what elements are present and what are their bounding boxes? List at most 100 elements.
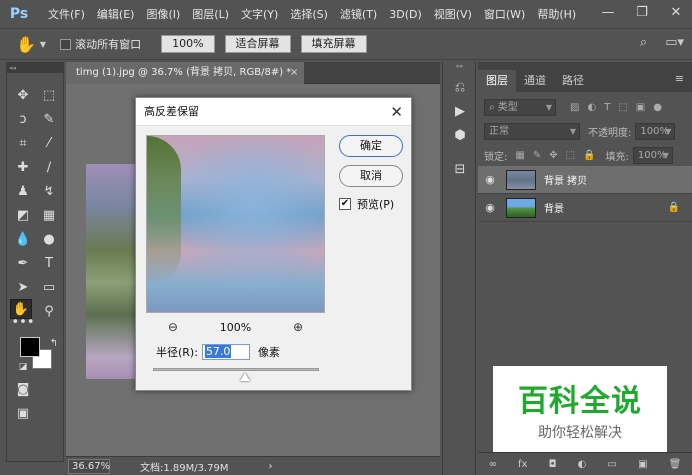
rectangle-tool-icon[interactable]: ▭	[38, 277, 60, 297]
zoom-100-button[interactable]: 100%	[161, 35, 215, 53]
new-layer-icon[interactable]: ▣	[638, 459, 647, 470]
tab-paths[interactable]: 路径	[554, 70, 592, 92]
blur-tool-icon[interactable]: 💧	[12, 229, 34, 249]
panel-collapse-icon[interactable]: ▸▸	[451, 62, 469, 80]
lock-all-icon[interactable]: 🔒	[583, 150, 595, 161]
dodge-tool-icon[interactable]: ●	[38, 229, 60, 249]
status-menu-icon[interactable]: ›	[269, 461, 273, 472]
healing-brush-icon[interactable]: ✚	[12, 157, 34, 177]
ok-button[interactable]: 确定	[339, 135, 403, 157]
menu-3d[interactable]: 3D(D)	[383, 8, 428, 21]
eraser-icon[interactable]: ◩	[12, 205, 34, 225]
menu-file[interactable]: 文件(F)	[42, 6, 91, 22]
path-select-icon[interactable]: ➤	[12, 277, 34, 297]
link-layers-icon[interactable]: ∞	[489, 459, 497, 470]
move-tool-icon[interactable]: ✥	[12, 85, 34, 105]
layer-row[interactable]: ◉ 背景 拷贝	[478, 166, 692, 194]
opacity-field[interactable]: 100% ▼	[635, 122, 676, 140]
kind-filter-select[interactable]: ⌕ 类型 ▼	[484, 98, 556, 116]
more-tools-icon[interactable]: •••	[12, 315, 35, 330]
panel-collapse-icon[interactable]: ◂◂	[7, 63, 63, 73]
blend-mode-select[interactable]: 正常 ▼	[484, 122, 580, 140]
close-icon[interactable]: ✕	[390, 98, 403, 126]
image-filter-icon[interactable]: ▨	[570, 102, 579, 113]
search-icon[interactable]: ⌕	[640, 35, 647, 50]
lock-transparent-icon[interactable]: ▦	[515, 150, 524, 161]
menu-window[interactable]: 窗口(W)	[478, 6, 531, 22]
swap-colors-icon[interactable]: ↰	[43, 333, 65, 353]
lasso-tool-icon[interactable]: ↄ	[12, 109, 34, 129]
radius-label: 半径(R):	[156, 346, 198, 359]
crop-tool-icon[interactable]: ⌗	[12, 133, 34, 153]
eyedropper-icon[interactable]: ⁄	[38, 133, 60, 153]
menu-edit[interactable]: 编辑(E)	[91, 6, 141, 22]
hand-tool-icon[interactable]: ✋	[16, 35, 36, 54]
smart-object-filter-icon[interactable]: ▣	[636, 102, 645, 113]
menu-view[interactable]: 视图(V)	[428, 6, 478, 22]
fit-screen-button[interactable]: 适合屏幕	[224, 35, 291, 53]
document-tab[interactable]: timg (1).jpg @ 36.7% (背景 拷贝, RGB/8#) *	[66, 62, 304, 84]
default-colors-icon[interactable]: ◪	[12, 357, 34, 377]
menu-image[interactable]: 图像(I)	[140, 6, 186, 22]
menu-help[interactable]: 帮助(H)	[531, 6, 582, 22]
adjustment-filter-icon[interactable]: ◐	[587, 102, 596, 113]
preview-checkbox[interactable]: ✔	[339, 198, 351, 210]
close-icon[interactable]: ✕	[666, 4, 686, 22]
eye-icon[interactable]: ◉	[478, 173, 502, 186]
marquee-tool-icon[interactable]: ⬚	[38, 85, 60, 105]
restore-icon[interactable]: ❐	[632, 4, 652, 22]
properties-icon[interactable]: ⊟	[451, 162, 469, 180]
tab-layers[interactable]: 图层	[478, 70, 516, 92]
cancel-button[interactable]: 取消	[339, 165, 403, 187]
trash-icon[interactable]: 🗑	[669, 459, 682, 470]
type-tool-icon[interactable]: T	[38, 253, 60, 273]
tab-channels[interactable]: 通道	[516, 70, 554, 92]
brush-tool-icon[interactable]: ∕	[38, 157, 60, 177]
chevron-down-icon[interactable]: ▼	[40, 40, 46, 49]
panel-menu-icon[interactable]: ≡	[675, 72, 684, 85]
workspace-icon[interactable]: ▭▾	[665, 35, 684, 50]
zoom-out-icon[interactable]: ⊖	[166, 320, 180, 334]
menu-type[interactable]: 文字(Y)	[235, 6, 284, 22]
preview-checkbox-row[interactable]: ✔ 预览(P)	[339, 196, 394, 212]
screen-mode-icon[interactable]: ▣	[12, 403, 34, 423]
quick-mask-icon[interactable]: ◙	[12, 379, 34, 399]
filter-preview[interactable]	[146, 135, 325, 313]
fill-screen-button[interactable]: 填充屏幕	[300, 35, 367, 53]
gradient-icon[interactable]: ▦	[38, 205, 60, 225]
new-group-icon[interactable]: ▭	[608, 459, 617, 470]
zoom-in-icon[interactable]: ⊕	[291, 320, 305, 334]
close-icon[interactable]: ×	[290, 62, 298, 84]
menu-select[interactable]: 选择(S)	[284, 6, 334, 22]
type-filter-icon[interactable]: T	[604, 102, 610, 113]
history-icon[interactable]: ⎌	[451, 80, 469, 98]
layer-row[interactable]: ◉ 背景 🔒	[478, 194, 692, 222]
magic-wand-icon[interactable]: ✎	[38, 109, 60, 129]
zoom-field[interactable]: 36.67%	[68, 458, 110, 474]
history-brush-icon[interactable]: ↯	[38, 181, 60, 201]
stamp-tool-icon[interactable]: ♟	[12, 181, 34, 201]
adjustment-layer-icon[interactable]: ◐	[578, 459, 587, 470]
eye-icon[interactable]: ◉	[478, 201, 502, 214]
fill-field[interactable]: 100% ▼	[632, 146, 673, 164]
menu-filter[interactable]: 滤镜(T)	[334, 6, 383, 22]
minimize-icon[interactable]: —	[598, 4, 618, 22]
foreground-color-swatch[interactable]	[20, 337, 40, 357]
shape-filter-icon[interactable]: ⬚	[618, 102, 627, 113]
radius-input[interactable]: 57.0	[201, 344, 250, 360]
radius-slider[interactable]	[153, 368, 319, 371]
zoom-tool-icon[interactable]: ⚲	[38, 301, 60, 321]
3d-icon[interactable]: ⬢	[451, 128, 469, 146]
actions-play-icon[interactable]: ▶	[451, 104, 469, 122]
preview-foliage	[147, 136, 181, 286]
filter-toggle-icon[interactable]: ●	[653, 102, 662, 113]
lock-artboard-icon[interactable]: ⬚	[566, 150, 575, 161]
lock-position-icon[interactable]: ✥	[549, 150, 557, 161]
lock-pixels-icon[interactable]: ✎	[533, 150, 541, 161]
scroll-all-checkbox[interactable]	[60, 38, 72, 50]
pen-tool-icon[interactable]: ✒	[12, 253, 34, 273]
menu-layer[interactable]: 图层(L)	[186, 6, 235, 22]
fx-icon[interactable]: fx	[518, 459, 527, 470]
slider-thumb[interactable]	[240, 373, 250, 381]
add-mask-icon[interactable]: ◘	[549, 459, 557, 470]
